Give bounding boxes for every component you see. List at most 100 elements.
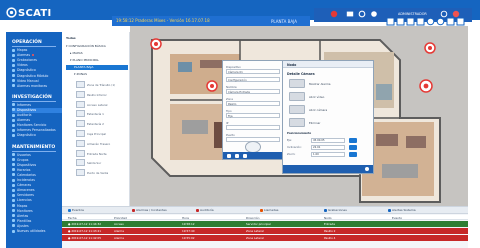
event-cell: ● 2019-07-12 11:42:05 (68, 236, 102, 240)
event-cell: Entrada (324, 222, 335, 226)
events-column-header[interactable]: Fecha (68, 216, 76, 220)
layers-icon[interactable] (406, 18, 415, 26)
events-tab[interactable]: Llamadas (260, 208, 278, 212)
action-chip[interactable] (289, 92, 305, 101)
tree-device-item[interactable]: Estantería 1 (62, 110, 129, 118)
user-name[interactable]: ADMINISTRADOR (398, 12, 427, 16)
positioning-set-button[interactable] (349, 138, 357, 143)
sidebar-item-icon (12, 229, 15, 233)
sidebar-item-label: Informes Personalizados (17, 128, 56, 133)
record-icon[interactable] (436, 18, 445, 26)
sidebar-item-label: Mapas (17, 203, 28, 208)
more-icon[interactable] (456, 18, 465, 26)
tree-device-item[interactable]: Salida Sur (62, 159, 129, 167)
camera-marker[interactable] (150, 38, 162, 50)
fullscreen-icon[interactable] (416, 18, 425, 26)
event-cell: Pasillo 4 (324, 236, 336, 240)
action-chip[interactable] (289, 79, 305, 88)
event-cell: Pasillo 2 (324, 229, 336, 233)
pin-icon[interactable] (446, 18, 455, 26)
events-column-header[interactable]: Hora (182, 216, 189, 220)
search-icon[interactable] (243, 153, 247, 158)
events-tab[interactable]: Alertas Sistema (388, 208, 416, 212)
sidebar-item-icon (12, 204, 15, 207)
tab-icon (132, 208, 135, 212)
tree-node[interactable]: ▾ ZONAS (66, 72, 128, 77)
tree-device-item[interactable]: Entrada Norte (62, 149, 129, 158)
camera-marker[interactable] (419, 79, 433, 93)
text-field[interactable] (226, 125, 280, 130)
sidebar-item-icon (12, 118, 15, 122)
tree-device-item[interactable]: Caja Principal (62, 130, 129, 138)
events-column-header[interactable]: Evento (392, 216, 402, 220)
sidebar-item-icon (12, 219, 15, 223)
positioning-input[interactable]: 45.00.05 (311, 138, 345, 143)
tree-device-item[interactable]: Acceso Lateral (62, 100, 129, 109)
positioning-input[interactable]: 1.00 (311, 152, 345, 157)
events-tab[interactable]: Alarmas / Incidentes (132, 208, 167, 212)
scati-logo-icon (6, 7, 17, 18)
action-chip[interactable] (289, 105, 305, 114)
action-chip[interactable] (289, 118, 305, 127)
tree-device-item[interactable]: Pasillo Inferior (62, 90, 129, 99)
text-field[interactable]: Pasillo (226, 101, 280, 106)
tree-node[interactable]: ▾ PLANO PRINCIPAL (66, 58, 128, 63)
notification-icon[interactable] (346, 10, 354, 18)
positioning-set-button[interactable] (349, 145, 357, 150)
alert-icon[interactable] (330, 10, 338, 18)
sidebar-section-title: OPERACIÓN (12, 40, 42, 45)
sidebar-item[interactable]: Nuevas utilidades (12, 229, 62, 234)
sidebar-item-icon (12, 188, 15, 192)
help-icon[interactable] (370, 10, 378, 18)
events-column-header[interactable]: Prioridad (114, 216, 127, 220)
sidebar-item[interactable]: Diagnóstico (12, 133, 62, 138)
event-row[interactable]: ● 2019-07-12 11:43:21 Alarma 19:57:40 Zona … (62, 228, 468, 234)
tree-device-item[interactable]: Zona de Tránsito (1) (62, 81, 129, 89)
logout-icon[interactable] (452, 10, 460, 18)
events-tab[interactable]: Auditoría (196, 208, 214, 212)
tree-root[interactable]: Todas (66, 36, 128, 41)
events-tab[interactable]: Grabaciones (324, 208, 347, 212)
sidebar-item-icon (12, 224, 15, 228)
sidebar-item[interactable]: Alarmas monitoras (12, 84, 62, 89)
sidebar-item-label: Almacenes (17, 188, 35, 193)
tree-node[interactable]: ▸ MAPAS (66, 51, 128, 56)
edit-icon[interactable] (235, 153, 239, 158)
text-field[interactable]: Cámara 01 (226, 69, 280, 74)
zoom-in-icon[interactable] (386, 18, 395, 26)
settings-icon[interactable] (358, 10, 366, 18)
device-thumbnail (76, 110, 85, 118)
close-form-icon[interactable] (365, 167, 369, 171)
sidebar-item-label: Calendarios (17, 172, 36, 177)
event-row[interactable]: ● 2019-07-12 11:44:32 Acceso 19:58:12 Servi… (62, 221, 468, 227)
events-column-header[interactable]: Nodo (324, 216, 332, 220)
tree-device-label: Almacén Trasero (87, 141, 111, 146)
event-row[interactable]: ● 2019-07-12 11:42:05 Alarma 19:55:02 Zona … (62, 235, 468, 241)
events-tab[interactable]: Eventos (68, 208, 84, 212)
tree-device-item[interactable]: Estantería 2 (62, 120, 129, 128)
positioning-set-button[interactable] (349, 152, 357, 157)
text-field[interactable]: Cámara Entrada (226, 89, 280, 94)
tree-device-item[interactable]: Punto de Venta (62, 169, 129, 177)
sidebar-item-icon (12, 198, 15, 202)
tree-node[interactable]: PLANTA BAJA (66, 65, 128, 70)
sidebar-item-label: Usuarios (17, 152, 31, 157)
tree-node[interactable]: ▾ CONFIGURACIÓN BÁSICA (66, 44, 128, 49)
text-field[interactable]: Fija (226, 113, 280, 118)
menu-icon[interactable]: ☰ (6, 24, 10, 30)
sidebar-item-label: Alertas (17, 213, 29, 218)
sidebar-item-label: Monitores (17, 208, 33, 213)
camera-icon[interactable] (227, 153, 231, 158)
events-column-header[interactable]: Dirección (246, 216, 260, 220)
globe-icon[interactable] (440, 10, 448, 18)
events-tab-label: Grabaciones (328, 208, 347, 212)
zoom-out-icon[interactable] (396, 18, 405, 26)
camera-marker[interactable] (424, 42, 436, 54)
text-field[interactable]: Configuración (226, 77, 280, 82)
camera-marker[interactable] (206, 80, 218, 92)
sidebar-section-title: MANTENIMIENTO (12, 144, 56, 150)
tree-device-item[interactable]: Almacén Trasero (62, 139, 129, 148)
positioning-input[interactable]: 22.01 (311, 145, 345, 150)
sidebar-item-icon (12, 84, 15, 88)
refresh-icon[interactable] (426, 18, 435, 26)
